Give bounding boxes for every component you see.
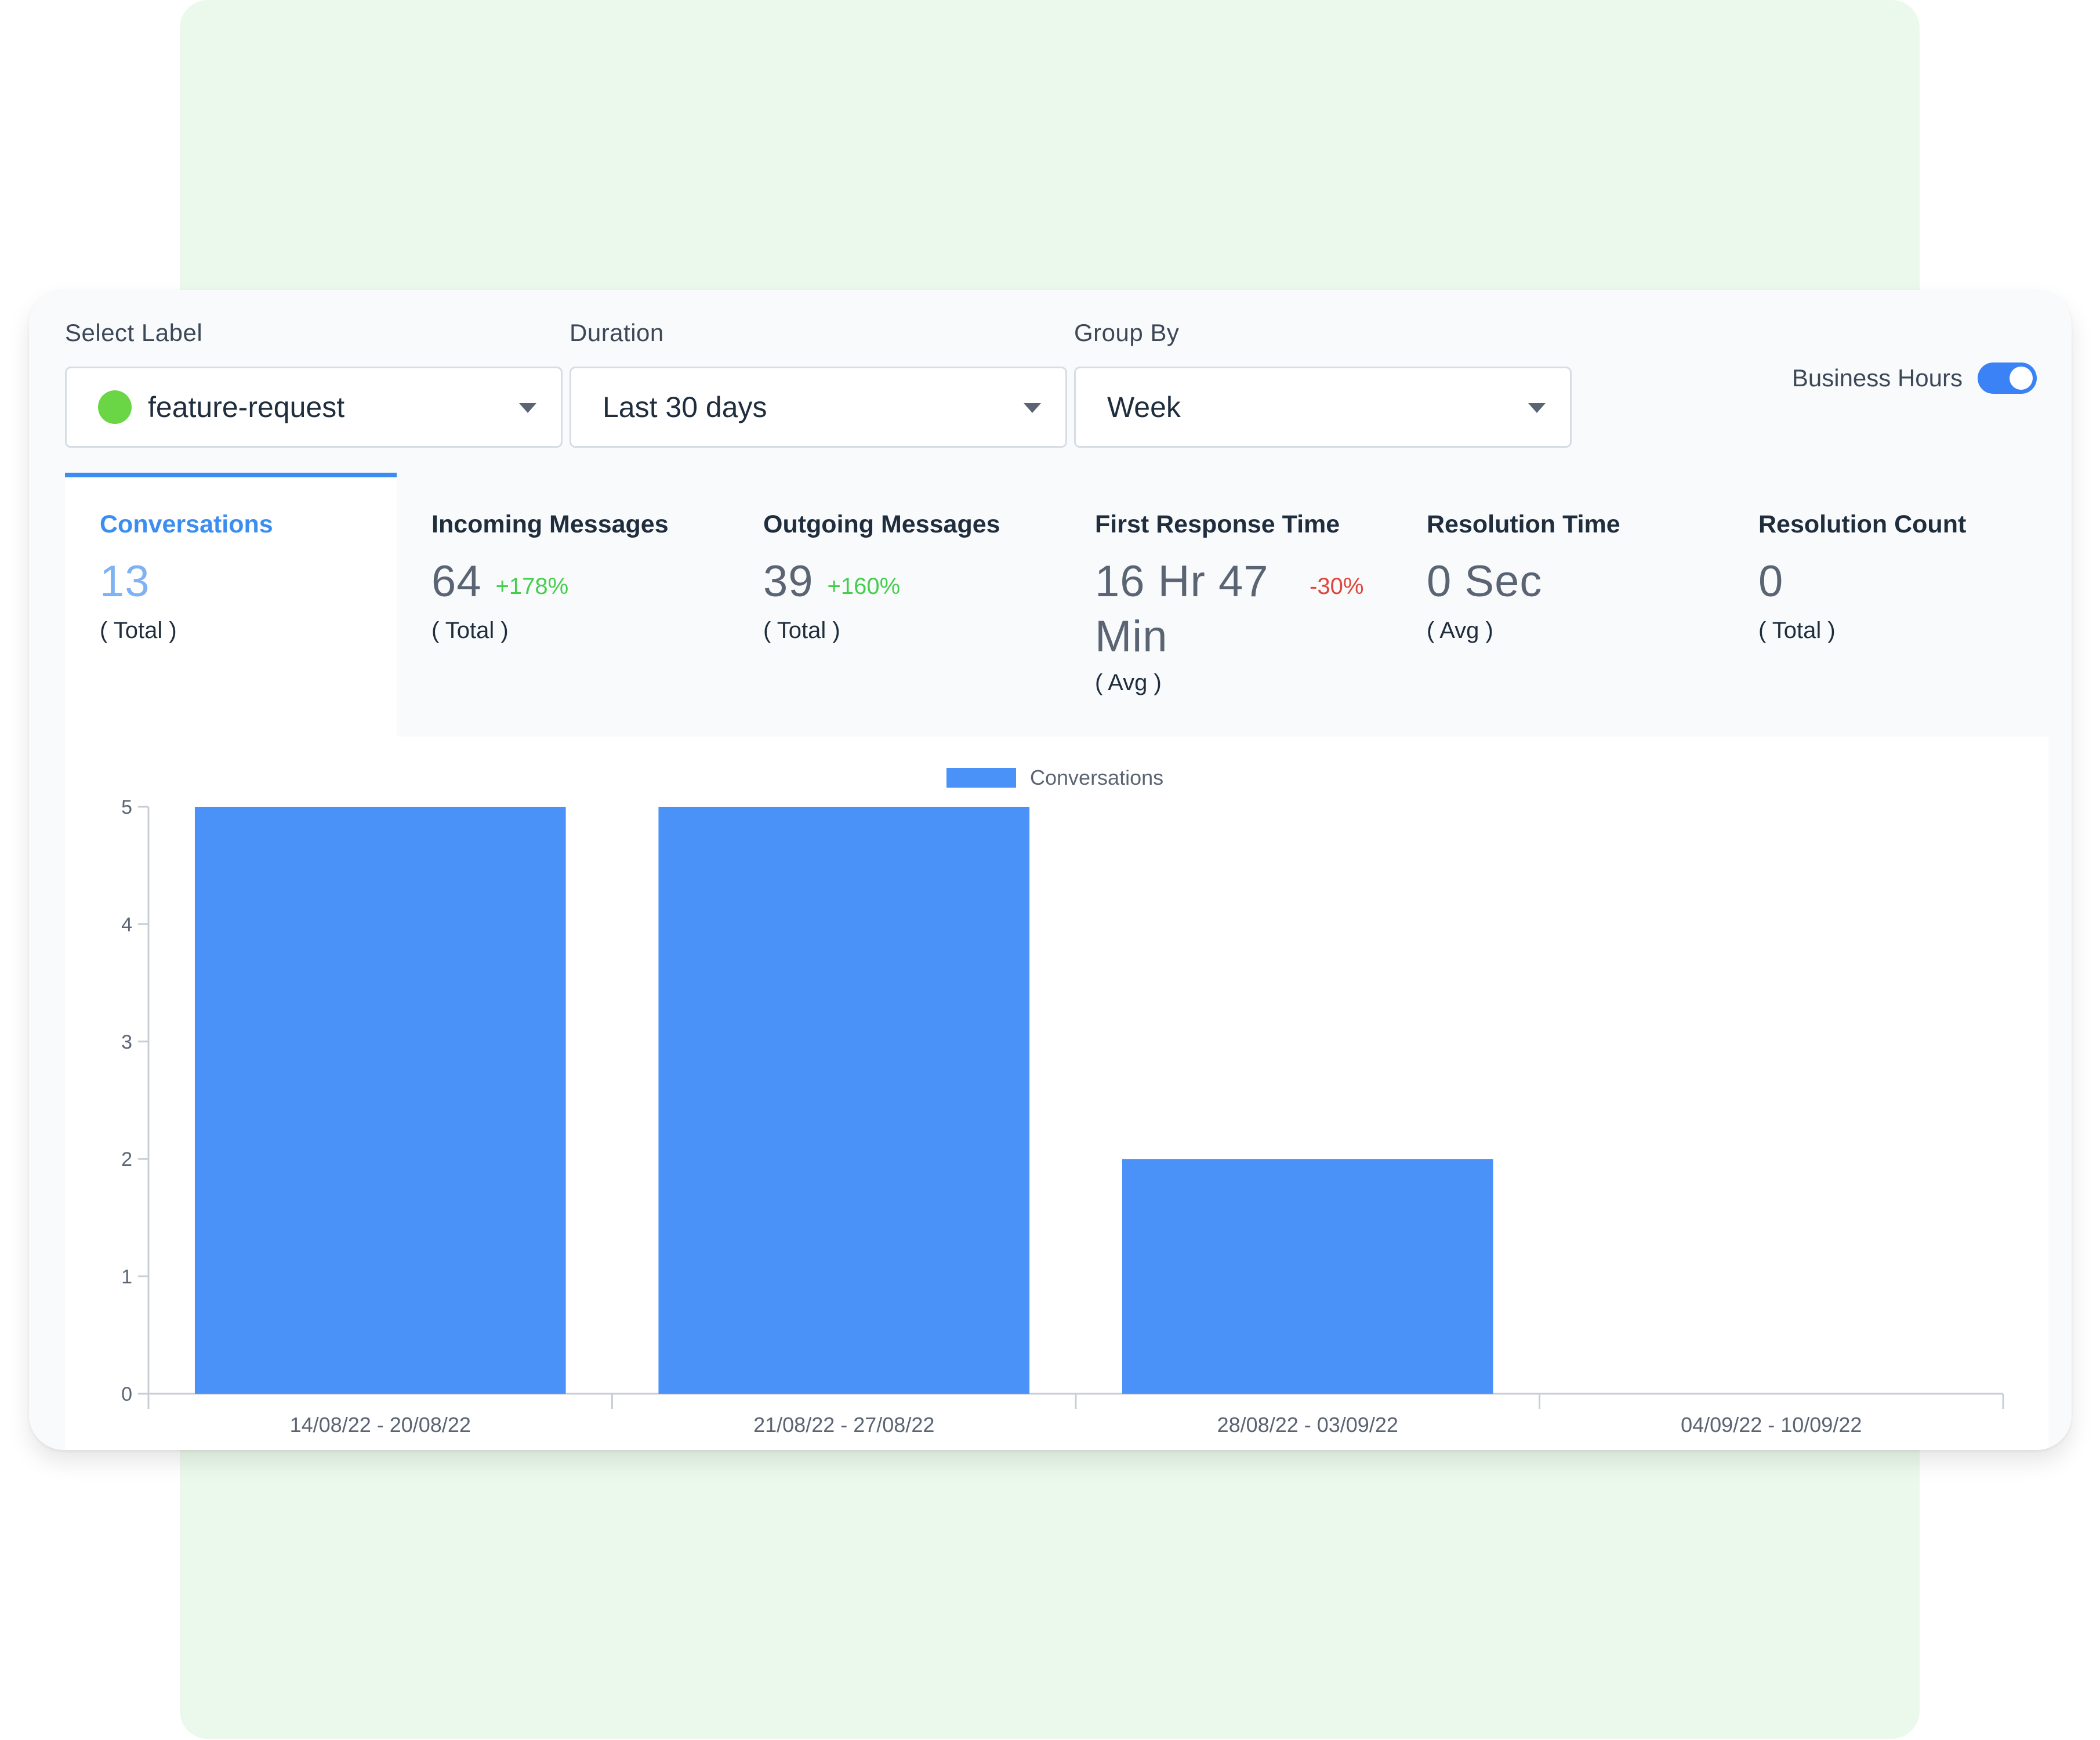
label-select-value: feature-request (148, 391, 345, 423)
x-tick-label: 04/09/22 - 10/09/22 (1681, 1413, 1862, 1437)
x-tick-label: 21/08/22 - 27/08/22 (753, 1413, 934, 1437)
x-tick-label: 14/08/22 - 20/08/22 (290, 1413, 471, 1437)
metric-value-row: 16 Hr 47 -30% (1095, 553, 1392, 611)
metric-value-row: 13 (100, 553, 397, 611)
group-by-select-value: Week (1107, 391, 1181, 423)
metric-title: Outgoing Messages (763, 510, 1000, 538)
y-tick-label: 2 (121, 1148, 132, 1170)
metric-value: 0 (1758, 557, 1784, 606)
metric-value: 16 Hr 47 (1095, 557, 1269, 606)
y-tick-label: 0 (121, 1383, 132, 1405)
scene: Select Label feature-request Duration La… (0, 0, 2100, 1740)
metric-value-line2: Min (1095, 612, 1168, 661)
bar (1122, 1159, 1493, 1394)
business-hours-toggle[interactable] (1978, 362, 2037, 394)
y-tick-label: 1 (121, 1266, 132, 1288)
bar (658, 807, 1030, 1394)
metric-sub: ( Avg ) (1427, 618, 1493, 643)
chevron-down-icon (1024, 403, 1041, 413)
y-tick-label: 5 (121, 796, 132, 818)
metric-title: Resolution Time (1427, 510, 1620, 538)
metric-value: 0 Sec (1427, 557, 1543, 606)
metric-tab-incoming-messages[interactable]: Incoming Messages 64 +178% ( Total ) (397, 473, 728, 737)
metric-sub: ( Total ) (1758, 618, 1836, 643)
chevron-down-icon (1528, 403, 1546, 413)
metric-title: Conversations (100, 510, 273, 538)
metric-sub: ( Total ) (763, 618, 840, 643)
report-card: Select Label feature-request Duration La… (29, 290, 2072, 1450)
duration-select-value: Last 30 days (603, 391, 767, 423)
label-filter-title: Select Label (65, 319, 203, 346)
chart-area: Conversations 0 1 2 3 4 5 14/08/22 - 20/08/22 21… (65, 737, 2048, 1450)
metric-sub: ( Avg ) (1095, 670, 1162, 695)
metric-tab-outgoing-messages[interactable]: Outgoing Messages 39 +160% ( Total ) (728, 473, 1060, 737)
duration-filter-title: Duration (570, 319, 664, 346)
duration-filter: Duration Last 30 days (570, 319, 1067, 448)
business-hours-label: Business Hours (1791, 364, 1963, 392)
label-color-dot (98, 390, 132, 424)
metric-change: -30% (1310, 574, 1364, 599)
metric-value-row: 39 +160% (763, 553, 1060, 611)
group-by-filter-title: Group By (1074, 319, 1180, 346)
metric-value: 64 (431, 557, 482, 606)
business-hours-control: Business Hours (1792, 362, 2037, 394)
metric-tab-resolution-count[interactable]: Resolution Count 0 ( Total ) (1724, 473, 2048, 737)
legend-swatch (946, 768, 1016, 788)
y-tick-label: 4 (121, 913, 132, 936)
label-filter: Select Label feature-request (65, 319, 563, 448)
duration-select[interactable]: Last 30 days (570, 367, 1067, 448)
metric-value: 39 (763, 557, 814, 606)
metric-sub: ( Total ) (431, 618, 509, 643)
bar (194, 807, 566, 1394)
group-by-select[interactable]: Week (1074, 367, 1572, 448)
toggle-knob (2010, 367, 2033, 390)
x-tick-label: 28/08/22 - 03/09/22 (1217, 1413, 1398, 1437)
metric-value-row: 0 (1758, 553, 2048, 611)
metric-title: Resolution Count (1758, 510, 1967, 538)
label-select[interactable]: feature-request (65, 367, 563, 448)
metric-change: +160% (827, 574, 901, 599)
group-by-filter: Group By Week (1074, 319, 1572, 448)
metric-value-row: 64 +178% (431, 553, 728, 611)
metric-value-row: 0 Sec (1427, 553, 1724, 611)
metric-title: First Response Time (1095, 510, 1340, 538)
metric-sub: ( Total ) (100, 618, 177, 643)
metric-value: 13 (100, 557, 150, 606)
legend-label: Conversations (1030, 766, 1163, 789)
metric-tab-conversations[interactable]: Conversations 13 ( Total ) (65, 473, 397, 737)
metric-tab-first-response-time[interactable]: First Response Time 16 Hr 47 -30% Min ( … (1060, 473, 1392, 737)
conversations-bar-chart: Conversations 0 1 2 3 4 5 14/08/22 - 20/08/22 21… (121, 766, 2004, 1437)
metric-title: Incoming Messages (431, 510, 669, 538)
metric-change: +178% (495, 574, 569, 599)
metric-tab-resolution-time[interactable]: Resolution Time 0 Sec ( Avg ) (1392, 473, 1724, 737)
y-tick-label: 3 (121, 1031, 132, 1053)
chevron-down-icon (519, 403, 536, 413)
